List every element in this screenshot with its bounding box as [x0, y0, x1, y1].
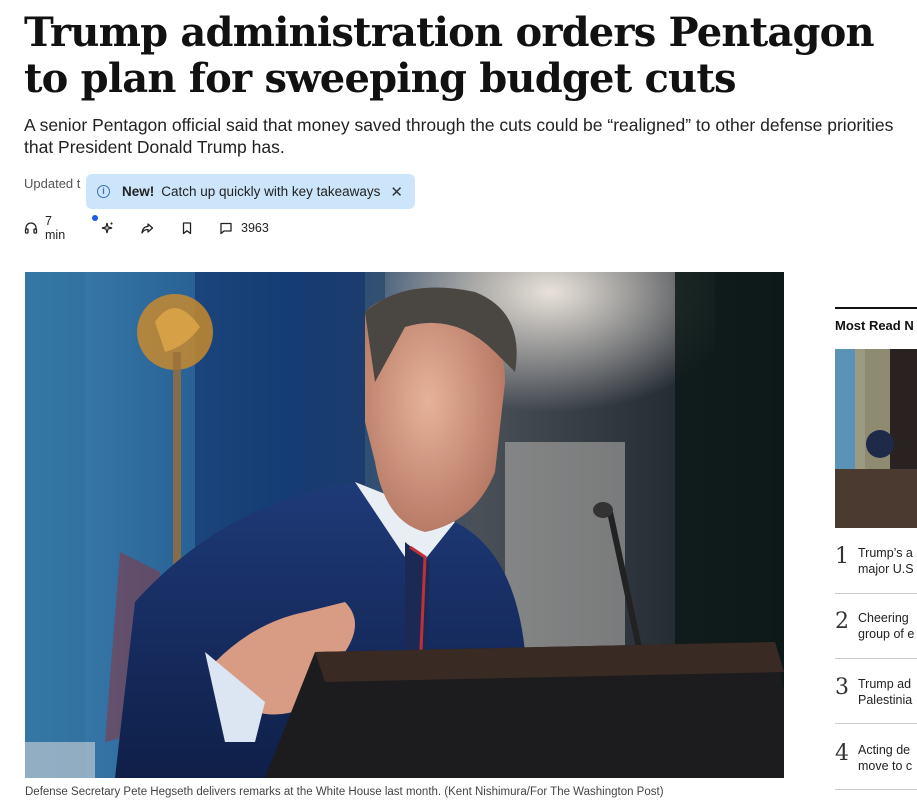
comments-button[interactable]: 3963 — [219, 218, 269, 238]
most-read-item[interactable]: 2 Cheering group of e — [835, 609, 917, 649]
article-headline: Trump administration orders Pentagon to … — [24, 9, 875, 102]
sparkle-icon — [100, 221, 114, 235]
share-icon — [140, 221, 154, 235]
most-read-item[interactable]: 1 Trump’s a major U.S — [835, 544, 917, 584]
most-read-item[interactable]: 3 Trump ad Palestinia — [835, 675, 917, 715]
divider — [835, 658, 917, 659]
most-read-headline: Trump’s a major U.S — [858, 546, 914, 576]
most-read-headline: Acting de move to c — [858, 743, 913, 773]
photo-caption: Defense Secretary Pete Hegseth delivers … — [25, 786, 664, 798]
listen-button[interactable]: 7 min — [24, 214, 65, 242]
hero-photo — [25, 272, 784, 778]
bookmark-icon — [180, 221, 194, 235]
notification-dot — [92, 215, 98, 221]
rank-number: 2 — [835, 609, 849, 634]
listen-time: 7 min — [45, 214, 66, 242]
most-read-thumbnail[interactable] — [835, 349, 917, 528]
close-icon[interactable]: ✕ — [390, 183, 403, 201]
divider — [835, 723, 917, 724]
tooltip-new-label: New! — [122, 184, 155, 199]
divider — [835, 789, 917, 790]
rank-number: 1 — [835, 544, 849, 569]
divider — [835, 593, 917, 594]
most-read-headline: Cheering group of e — [858, 611, 915, 641]
most-read-title[interactable]: Most Read N — [835, 318, 914, 333]
most-read-item[interactable]: 4 Acting de move to c — [835, 741, 917, 781]
updated-timestamp: Updated t — [24, 176, 81, 191]
comment-count: 3963 — [241, 221, 269, 235]
headphones-icon — [24, 221, 38, 235]
comment-icon — [219, 221, 233, 235]
most-read-headline: Trump ad Palestinia — [858, 677, 913, 707]
info-icon: i — [97, 185, 110, 198]
rail-divider — [835, 307, 917, 309]
rank-number: 4 — [835, 741, 849, 766]
key-takeaways-button[interactable] — [100, 218, 114, 238]
key-takeaways-tooltip[interactable]: i New! Catch up quickly with key takeawa… — [86, 174, 415, 209]
share-button[interactable] — [140, 218, 154, 238]
rank-number: 3 — [835, 675, 849, 700]
tooltip-text: Catch up quickly with key takeaways — [161, 184, 381, 199]
article-dek: A senior Pentagon official said that mon… — [24, 115, 894, 157]
bookmark-button[interactable] — [180, 218, 194, 238]
